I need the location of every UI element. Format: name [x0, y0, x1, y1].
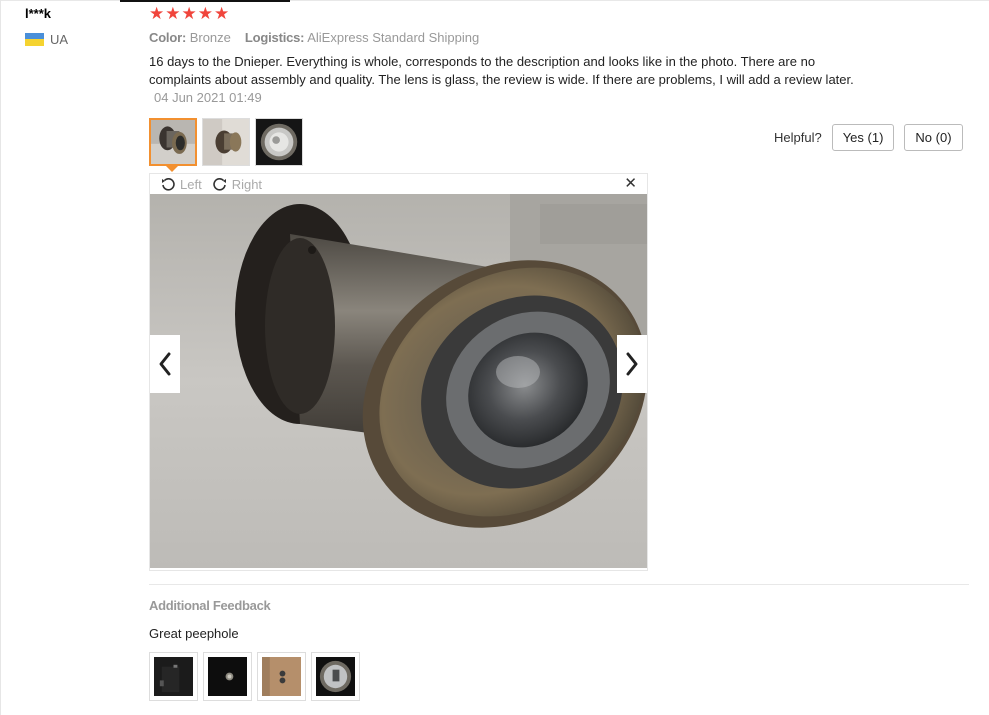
- rotate-left-button[interactable]: Left: [160, 176, 202, 192]
- rotate-right-icon: [212, 178, 226, 191]
- rotate-left-icon: [162, 178, 175, 191]
- star-icon: ★: [214, 4, 230, 23]
- reviewer-name: l***k: [25, 6, 52, 21]
- star-rating: ★ ★ ★ ★ ★: [149, 5, 229, 23]
- rotate-right-label: Right: [231, 176, 263, 192]
- next-image-button[interactable]: [617, 335, 647, 393]
- color-value: Bronze: [189, 30, 231, 45]
- rotate-right-button[interactable]: Right: [212, 176, 262, 192]
- helpful-vote: Helpful? Yes (1) No (0): [774, 124, 963, 151]
- helpful-no-button[interactable]: No (0): [904, 124, 963, 151]
- star-icon: ★: [149, 4, 165, 23]
- additional-photo-thumbnail[interactable]: [257, 652, 306, 701]
- viewer-main-image: [150, 194, 647, 568]
- additional-photo-thumbnail[interactable]: [311, 652, 360, 701]
- previous-image-button[interactable]: [150, 335, 180, 393]
- chevron-left-icon: [159, 352, 171, 376]
- star-icon: ★: [181, 4, 197, 23]
- ukraine-flag-icon: [25, 33, 44, 46]
- logistics-key: Logistics:: [244, 30, 305, 45]
- review-photo-thumbnails: [149, 118, 303, 166]
- sku-logistics: Logistics: AliExpress Standard Shipping: [245, 30, 479, 45]
- star-icon: ★: [165, 4, 181, 23]
- additional-feedback-thumbnails: [149, 652, 360, 701]
- additional-photo-thumbnail[interactable]: [203, 652, 252, 701]
- sku-info: Color: Bronze Logistics: AliExpress Stan…: [149, 30, 479, 45]
- review-date: 04 Jun 2021 01:49: [154, 90, 262, 105]
- additional-feedback-title: Additional Feedback: [149, 598, 271, 613]
- review-text: 16 days to the Dnieper. Everything is wh…: [149, 54, 854, 87]
- sku-color: Color: Bronze: [149, 30, 231, 45]
- peephole-photo: [150, 194, 647, 568]
- rotate-left-label: Left: [180, 176, 202, 192]
- logistics-value: AliExpress Standard Shipping: [307, 30, 480, 45]
- viewer-toolbar: Left Right ✕: [150, 174, 647, 194]
- review-body: 16 days to the Dnieper. Everything is wh…: [149, 53, 869, 107]
- left-rule: [0, 0, 1, 715]
- section-divider: [149, 584, 969, 585]
- helpful-label: Helpful?: [774, 130, 822, 145]
- additional-feedback-text: Great peephole: [149, 626, 239, 641]
- photo-thumbnail[interactable]: [149, 118, 197, 166]
- helpful-yes-button[interactable]: Yes (1): [831, 124, 895, 151]
- chevron-right-icon: [626, 352, 638, 376]
- reviewer-country: UA: [25, 32, 68, 47]
- close-viewer-button[interactable]: ✕: [624, 176, 637, 192]
- active-tab-indicator: [120, 0, 290, 2]
- star-icon: ★: [197, 4, 213, 23]
- color-key: Color:: [149, 30, 187, 45]
- photo-thumbnail[interactable]: [202, 118, 250, 166]
- photo-thumbnail[interactable]: [255, 118, 303, 166]
- image-viewer: Left Right ✕: [149, 173, 648, 571]
- active-thumb-pointer: [166, 166, 178, 172]
- country-code: UA: [50, 32, 69, 47]
- additional-photo-thumbnail[interactable]: [149, 652, 198, 701]
